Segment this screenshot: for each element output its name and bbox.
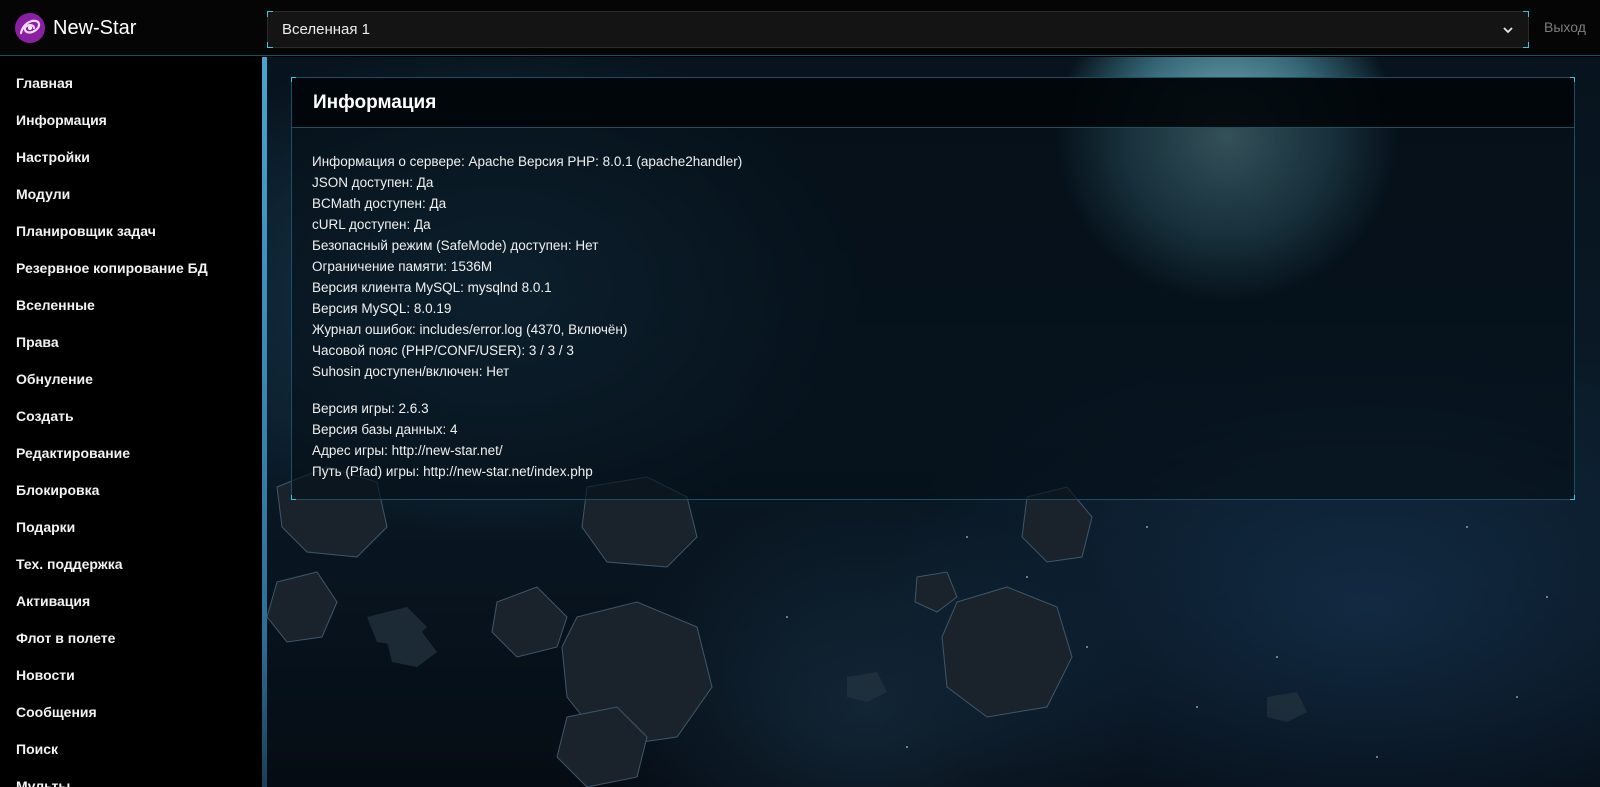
sidebar: Главная Информация Настройки Модули План… [0,57,262,787]
select-corner-decoration [267,11,273,17]
info-panel: Информация Информация о сервере: Apache … [291,77,1575,500]
timezone-line: Часовой пояс (PHP/CONF/USER): 3 / 3 / 3 [312,343,574,358]
panel-header: Информация [292,78,1574,128]
panel-corner-decoration [291,77,296,82]
top-bar: New-Star Вселенная 1 Выход [0,0,1600,56]
memory-limit-line: Ограничение памяти: 1536M [312,259,493,274]
select-corner-decoration [267,42,273,48]
sidebar-item-messages[interactable]: Сообщения [0,694,262,731]
select-corner-decoration [1523,42,1529,48]
mysql-version-line: Версия MySQL: 8.0.19 [312,301,452,316]
error-log-line: Журнал ошибок: includes/error.log (4370,… [312,322,628,337]
sidebar-item-news[interactable]: Новости [0,657,262,694]
chevron-down-icon [1503,26,1513,33]
panel-corner-decoration [291,495,296,500]
panel-body: Информация о сервере: Apache Версия PHP:… [312,151,1552,482]
sidebar-item-search[interactable]: Поиск [0,731,262,768]
server-info-line: Информация о сервере: Apache Версия PHP:… [312,154,743,169]
universe-select-value: Вселенная 1 [282,21,370,38]
game-version-line: Версия игры: 2.6.3 [312,401,429,416]
db-version-line: Версия базы данных: 4 [312,422,458,437]
json-available-line: JSON доступен: Да [312,175,434,190]
safemode-line: Безопасный режим (SafeMode) доступен: Не… [312,238,599,253]
sidebar-item-universes[interactable]: Вселенные [0,287,262,324]
suhosin-line: Suhosin доступен/включен: Нет [312,364,510,379]
sidebar-item-fleet-in-flight[interactable]: Флот в полете [0,620,262,657]
sidebar-nav: Главная Информация Настройки Модули План… [0,57,262,787]
sidebar-item-edit[interactable]: Редактирование [0,435,262,472]
universe-select[interactable]: Вселенная 1 [267,11,1529,48]
panel-title: Информация [313,92,437,113]
curl-available-line: cURL доступен: Да [312,217,431,232]
mysql-client-version-line: Версия клиента MySQL: mysqlnd 8.0.1 [312,280,552,295]
sidebar-item-rights[interactable]: Права [0,324,262,361]
sidebar-item-multis[interactable]: Мульты [0,768,262,787]
galaxy-logo-icon [15,13,45,43]
game-path-line: Путь (Pfad) игры: http://new-star.net/in… [312,464,593,479]
brand-home-link[interactable]: New-Star [14,11,136,45]
bcmath-available-line: BCMath доступен: Да [312,196,447,211]
sidebar-item-gifts[interactable]: Подарки [0,509,262,546]
sidebar-item-reset[interactable]: Обнуление [0,361,262,398]
sidebar-item-settings[interactable]: Настройки [0,139,262,176]
sidebar-item-information[interactable]: Информация [0,102,262,139]
sidebar-item-task-scheduler[interactable]: Планировщик задач [0,213,262,250]
logout-link[interactable]: Выход [1544,19,1586,35]
game-address-line: Адрес игры: http://new-star.net/ [312,443,503,458]
brand-name: New-Star [53,16,137,39]
sidebar-item-home[interactable]: Главная [0,65,262,102]
sidebar-item-modules[interactable]: Модули [0,176,262,213]
select-corner-decoration [1523,11,1529,17]
sidebar-item-support[interactable]: Тех. поддержка [0,546,262,583]
sidebar-item-activation[interactable]: Активация [0,583,262,620]
panel-corner-decoration [1570,77,1575,82]
sidebar-item-db-backup[interactable]: Резервное копирование БД [0,250,262,287]
sidebar-item-create[interactable]: Создать [0,398,262,435]
sidebar-item-ban[interactable]: Блокировка [0,472,262,509]
panel-corner-decoration [1570,495,1575,500]
